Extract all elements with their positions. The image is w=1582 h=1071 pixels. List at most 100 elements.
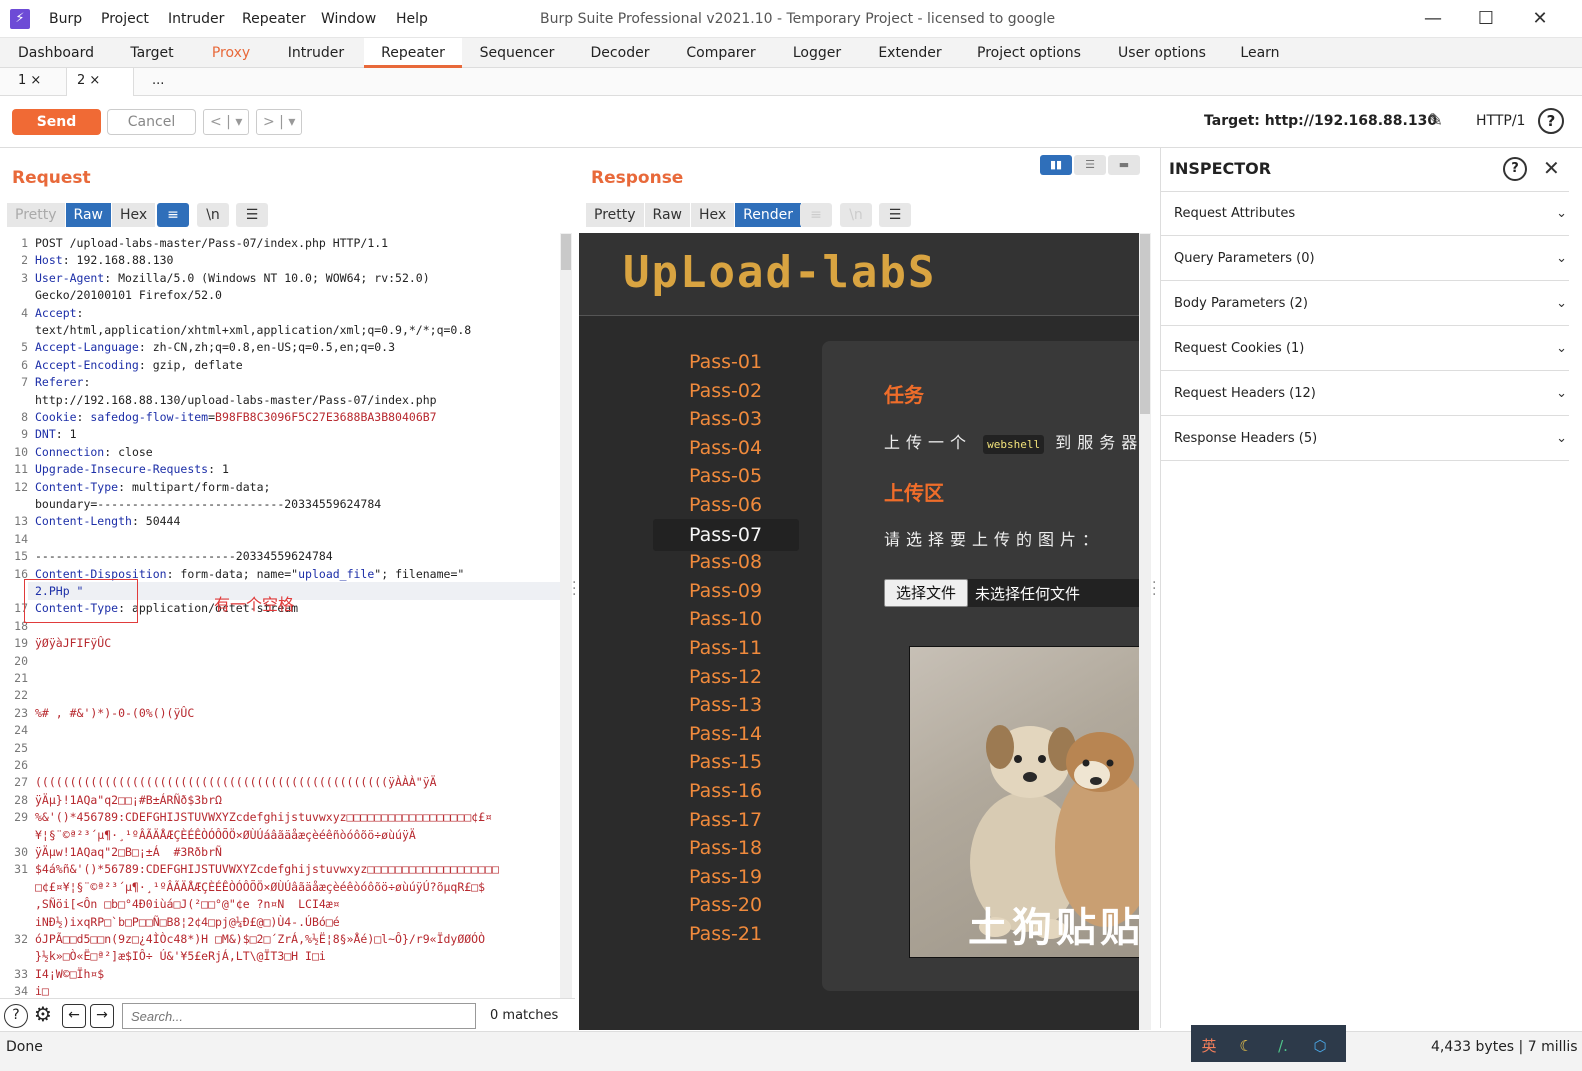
pass-link-pass-03[interactable]: Pass-03 bbox=[689, 408, 762, 430]
pass-link-pass-17[interactable]: Pass-17 bbox=[689, 809, 762, 831]
forward-history-button[interactable]: > | ▾ bbox=[256, 109, 302, 135]
pass-link-pass-11[interactable]: Pass-11 bbox=[689, 637, 762, 659]
moon-icon[interactable]: ☾ bbox=[1234, 1034, 1258, 1058]
pass-link-pass-10[interactable]: Pass-10 bbox=[689, 608, 762, 630]
menu-burp[interactable]: Burp bbox=[49, 11, 82, 27]
inspector-splitter-handle[interactable]: · · · bbox=[1152, 576, 1156, 602]
pass-link-pass-16[interactable]: Pass-16 bbox=[689, 780, 762, 802]
request-view-raw[interactable]: Raw bbox=[65, 203, 112, 227]
choose-file-button[interactable]: 选择文件 bbox=[884, 579, 968, 607]
pass-link-pass-08[interactable]: Pass-08 bbox=[689, 551, 762, 573]
request-text: "; filename=" bbox=[374, 566, 465, 581]
response-scrollbar-thumb[interactable] bbox=[1140, 234, 1150, 414]
tab-repeater[interactable]: Repeater bbox=[364, 38, 462, 68]
tab-sequencer[interactable]: Sequencer bbox=[471, 38, 563, 68]
pass-link-pass-20[interactable]: Pass-20 bbox=[689, 894, 762, 916]
close-window-icon[interactable]: ✕ bbox=[1525, 6, 1555, 32]
inspector-section-request-headers[interactable]: Request Headers (12) ⌄ bbox=[1161, 372, 1569, 416]
layout-side-by-side-icon[interactable]: ▮▮ bbox=[1040, 155, 1072, 175]
tab-decoder[interactable]: Decoder bbox=[582, 38, 658, 68]
search-previous-icon[interactable]: ← bbox=[62, 1004, 86, 1028]
layout-tabs-icon[interactable]: ▬ bbox=[1108, 155, 1140, 175]
search-input[interactable] bbox=[122, 1003, 476, 1029]
repeater-tab-new[interactable]: ... bbox=[142, 68, 174, 96]
layout-top-bottom-icon[interactable]: ☰ bbox=[1074, 155, 1106, 175]
pass-link-pass-02[interactable]: Pass-02 bbox=[689, 380, 762, 402]
menu-help[interactable]: Help bbox=[396, 11, 428, 27]
tab-project-options[interactable]: Project options bbox=[968, 38, 1090, 68]
wrap-lines-icon[interactable]: ≡ bbox=[157, 203, 189, 227]
inspector-section-body-parameters[interactable]: Body Parameters (2) ⌄ bbox=[1161, 282, 1569, 326]
inspector-section-response-headers[interactable]: Response Headers (5) ⌄ bbox=[1161, 417, 1569, 461]
pass-link-pass-15[interactable]: Pass-15 bbox=[689, 751, 762, 773]
search-next-icon[interactable]: → bbox=[90, 1004, 114, 1028]
ime-indicator-icon[interactable]: 英 bbox=[1197, 1034, 1221, 1058]
request-view-hex[interactable]: Hex bbox=[111, 203, 157, 227]
tab-target[interactable]: Target bbox=[117, 38, 187, 68]
status-bar: Done 英 ☾ /. ⬡ 4,433 bytes | 7 millis bbox=[0, 1025, 1582, 1071]
show-newlines-icon[interactable]: \n bbox=[197, 203, 229, 227]
tab-intruder[interactable]: Intruder bbox=[275, 38, 357, 68]
search-settings-icon[interactable]: ⚙ bbox=[31, 1004, 55, 1028]
inspector-help-icon[interactable]: ? bbox=[1503, 157, 1527, 181]
pass-link-pass-04[interactable]: Pass-04 bbox=[689, 437, 762, 459]
inspector-close-icon[interactable]: ✕ bbox=[1543, 156, 1560, 180]
splitter-handle[interactable]: · · · bbox=[572, 576, 576, 602]
menu-project[interactable]: Project bbox=[101, 11, 149, 27]
edit-target-icon[interactable]: ✎ bbox=[1428, 110, 1443, 131]
maximize-icon[interactable]: ☐ bbox=[1471, 6, 1501, 32]
help-icon[interactable]: ? bbox=[1538, 108, 1564, 134]
tab-proxy[interactable]: Proxy bbox=[200, 38, 262, 68]
pass-link-pass-06[interactable]: Pass-06 bbox=[689, 494, 762, 516]
pass-link-pass-14[interactable]: Pass-14 bbox=[689, 723, 762, 745]
request-scrollbar[interactable] bbox=[560, 233, 572, 998]
pass-link-pass-19[interactable]: Pass-19 bbox=[689, 866, 762, 888]
request-text: : 50444 bbox=[131, 514, 181, 529]
request-line: DNT: 1 bbox=[35, 426, 77, 443]
request-view-pretty[interactable]: Pretty bbox=[7, 203, 66, 227]
tab-dashboard[interactable]: Dashboard bbox=[8, 38, 104, 68]
menu-window[interactable]: Window bbox=[321, 11, 376, 27]
pass-link-pass-13[interactable]: Pass-13 bbox=[689, 694, 762, 716]
punctuation-icon[interactable]: /. bbox=[1271, 1034, 1295, 1058]
pass-link-pass-05[interactable]: Pass-05 bbox=[689, 465, 762, 487]
http-version-toggle[interactable]: HTTP/1 bbox=[1476, 113, 1525, 129]
back-history-button[interactable]: < | ▾ bbox=[203, 109, 249, 135]
inspector-section-query-parameters[interactable]: Query Parameters (0) ⌄ bbox=[1161, 237, 1569, 281]
chevron-down-icon: ⌄ bbox=[1556, 206, 1567, 221]
tab-logger[interactable]: Logger bbox=[784, 38, 850, 68]
pass-link-pass-12[interactable]: Pass-12 bbox=[689, 666, 762, 688]
response-view-raw[interactable]: Raw bbox=[644, 203, 691, 227]
repeater-tab-2[interactable]: 2 × bbox=[66, 68, 134, 96]
menu-repeater[interactable]: Repeater bbox=[242, 11, 306, 27]
pass-link-pass-01[interactable]: Pass-01 bbox=[689, 351, 762, 373]
request-scrollbar-thumb[interactable] bbox=[561, 234, 571, 270]
send-button[interactable]: Send bbox=[12, 109, 101, 135]
inspector-section-request-cookies[interactable]: Request Cookies (1) ⌄ bbox=[1161, 327, 1569, 371]
settings-hex-icon[interactable]: ⬡ bbox=[1308, 1034, 1332, 1058]
line-number: 22 bbox=[14, 688, 28, 703]
tab-extender[interactable]: Extender bbox=[870, 38, 950, 68]
tab-comparer[interactable]: Comparer bbox=[678, 38, 764, 68]
pass-link-pass-21[interactable]: Pass-21 bbox=[689, 923, 762, 945]
response-view-hex[interactable]: Hex bbox=[690, 203, 736, 227]
cancel-button[interactable]: Cancel bbox=[107, 109, 196, 135]
tab-learn[interactable]: Learn bbox=[1230, 38, 1290, 68]
header-key: Content-Type bbox=[35, 479, 119, 494]
repeater-tab-1[interactable]: 1 × bbox=[8, 68, 51, 96]
main-tab-bar: Dashboard Target Proxy Intruder Repeater… bbox=[0, 38, 1582, 68]
pass-link-pass-07[interactable]: Pass-07 bbox=[653, 519, 799, 551]
minimize-icon[interactable]: — bbox=[1418, 6, 1448, 32]
request-menu-icon[interactable]: ☰ bbox=[236, 203, 268, 227]
response-view-render[interactable]: Render bbox=[735, 203, 803, 227]
search-help-icon[interactable]: ? bbox=[4, 1004, 28, 1028]
response-view-pretty[interactable]: Pretty bbox=[586, 203, 645, 227]
tab-user-options[interactable]: User options bbox=[1108, 38, 1216, 68]
response-menu-icon[interactable]: ☰ bbox=[879, 203, 911, 227]
menu-intruder[interactable]: Intruder bbox=[168, 11, 224, 27]
line-number: 5 bbox=[21, 340, 28, 355]
target-label[interactable]: Target: http://192.168.88.130 bbox=[1204, 113, 1437, 129]
pass-link-pass-09[interactable]: Pass-09 bbox=[689, 580, 762, 602]
pass-link-pass-18[interactable]: Pass-18 bbox=[689, 837, 762, 859]
inspector-section-request-attributes[interactable]: Request Attributes ⌄ bbox=[1161, 192, 1569, 236]
